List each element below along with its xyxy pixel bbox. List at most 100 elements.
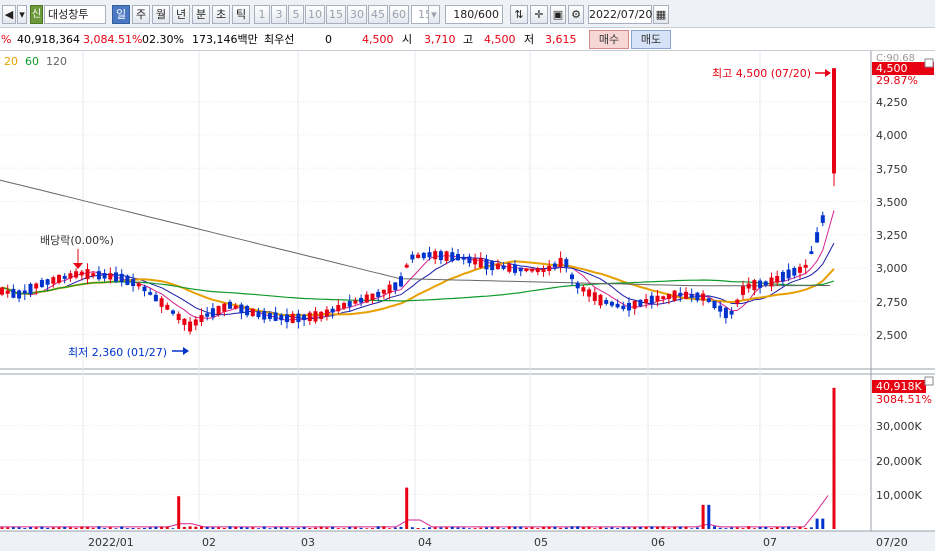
volume-bar xyxy=(507,526,511,529)
volume-bar xyxy=(23,528,27,529)
chevron-down-icon[interactable]: ▾ xyxy=(428,5,440,24)
interval-10-button[interactable]: 10 xyxy=(305,5,325,24)
calendar-icon[interactable]: ▦ xyxy=(653,5,669,24)
candle-body xyxy=(661,296,666,299)
count-field[interactable]: 180/600 xyxy=(445,5,503,24)
candle-body xyxy=(387,284,392,294)
volume-bar xyxy=(143,528,146,529)
volume-bar xyxy=(279,527,283,529)
volume-bar xyxy=(80,526,84,529)
sell-button[interactable]: 매도 xyxy=(631,30,671,49)
candle-body xyxy=(193,319,198,326)
volume-bar xyxy=(40,526,44,529)
candle-body xyxy=(142,286,147,292)
period-minute-button[interactable]: 분 xyxy=(192,5,210,24)
volume-bar xyxy=(405,487,409,529)
candle-body xyxy=(131,279,136,287)
volume-bar xyxy=(661,526,665,529)
candle-body xyxy=(228,301,232,309)
price-tick-2750: 2,750 xyxy=(876,296,908,309)
candle-body xyxy=(718,305,723,312)
interval-60-button[interactable]: 60 xyxy=(389,5,409,24)
volume-bar xyxy=(371,528,374,529)
candle-body xyxy=(552,263,557,268)
volume-bar xyxy=(524,527,528,529)
candle-body xyxy=(364,294,369,303)
volume-bar xyxy=(165,526,169,529)
dropdown-arrow-icon[interactable]: ▾ xyxy=(17,5,27,24)
candle-body xyxy=(706,298,711,302)
candle-body xyxy=(307,312,312,322)
candle-body xyxy=(5,290,10,294)
candle-body xyxy=(336,305,341,312)
volume-bar xyxy=(673,526,677,529)
volume-bar xyxy=(302,527,306,529)
volume-bar xyxy=(581,527,585,529)
volume-bar xyxy=(353,527,357,529)
candle-body xyxy=(136,283,141,287)
candle-body xyxy=(701,293,706,301)
candle-body xyxy=(712,300,717,309)
volume-bar xyxy=(775,527,779,529)
volume-bar xyxy=(650,526,654,529)
candle-body xyxy=(182,318,187,325)
candle-body xyxy=(792,267,797,276)
volume-bar xyxy=(621,527,625,529)
volume-bar xyxy=(182,526,186,529)
candle-body xyxy=(752,280,757,291)
volume-bar xyxy=(690,528,694,529)
stock-name-field[interactable]: 대성창투 xyxy=(44,5,106,24)
interval-15-button[interactable]: 15 xyxy=(326,5,346,24)
volume-bar xyxy=(274,527,278,529)
interval-45-button[interactable]: 45 xyxy=(368,5,388,24)
candle-body xyxy=(239,304,244,314)
candle-body xyxy=(507,264,512,272)
candle-body xyxy=(188,321,193,332)
candle-body xyxy=(456,254,460,261)
candle-body xyxy=(495,263,500,270)
volume-bar xyxy=(57,527,61,529)
gear-icon[interactable]: ⚙ xyxy=(568,5,584,24)
candle-body xyxy=(758,280,763,288)
volume-bar xyxy=(74,527,78,529)
interval-1-button[interactable]: 1 xyxy=(254,5,270,24)
period-day-button[interactable]: 일 xyxy=(112,5,130,24)
candle-body xyxy=(125,275,130,285)
volume-bar xyxy=(599,527,602,529)
time-label-03: 03 xyxy=(301,536,315,549)
candle-body xyxy=(108,273,113,280)
candle-body xyxy=(57,274,61,283)
volume-bar xyxy=(730,527,734,529)
volume-bar xyxy=(17,527,21,529)
period-week-button[interactable]: 주 xyxy=(132,5,150,24)
price-panel-maximize-icon[interactable] xyxy=(924,58,934,68)
crosshair-icon[interactable]: ✛ xyxy=(530,5,548,24)
interval-30-button[interactable]: 30 xyxy=(347,5,367,24)
volume-bar xyxy=(770,528,773,529)
interval-5-button[interactable]: 5 xyxy=(288,5,304,24)
candle-body xyxy=(786,269,791,279)
volume-bar xyxy=(576,526,580,529)
period-second-button[interactable]: 초 xyxy=(212,5,230,24)
candle-body xyxy=(803,264,808,268)
chart-area[interactable]: 20 60 120 C:90.68 4,500 29.87% 4,250 4,0… xyxy=(0,51,935,551)
candle-body xyxy=(0,287,4,295)
period-year-button[interactable]: 년 xyxy=(172,5,190,24)
period-tick-button[interactable]: 틱 xyxy=(232,5,250,24)
speaker-icon[interactable]: ◀ xyxy=(2,5,16,24)
volume-bar xyxy=(205,526,209,529)
panel-maximize-icon[interactable] xyxy=(924,376,934,386)
date-field[interactable]: 2022/07/20 xyxy=(588,5,652,24)
volume-bar xyxy=(530,527,534,529)
interval-3-button[interactable]: 3 xyxy=(271,5,287,24)
candle-type-icon[interactable]: ⇅ xyxy=(510,5,528,24)
candle-body xyxy=(273,312,278,321)
buy-button[interactable]: 매수 xyxy=(589,30,629,49)
candle-body xyxy=(45,279,50,285)
candle-body xyxy=(547,265,552,271)
save-icon[interactable]: ▣ xyxy=(550,5,566,24)
time-label-04: 04 xyxy=(418,536,432,549)
volume-bar xyxy=(536,528,540,529)
period-month-button[interactable]: 월 xyxy=(152,5,170,24)
candle-body xyxy=(484,259,489,270)
